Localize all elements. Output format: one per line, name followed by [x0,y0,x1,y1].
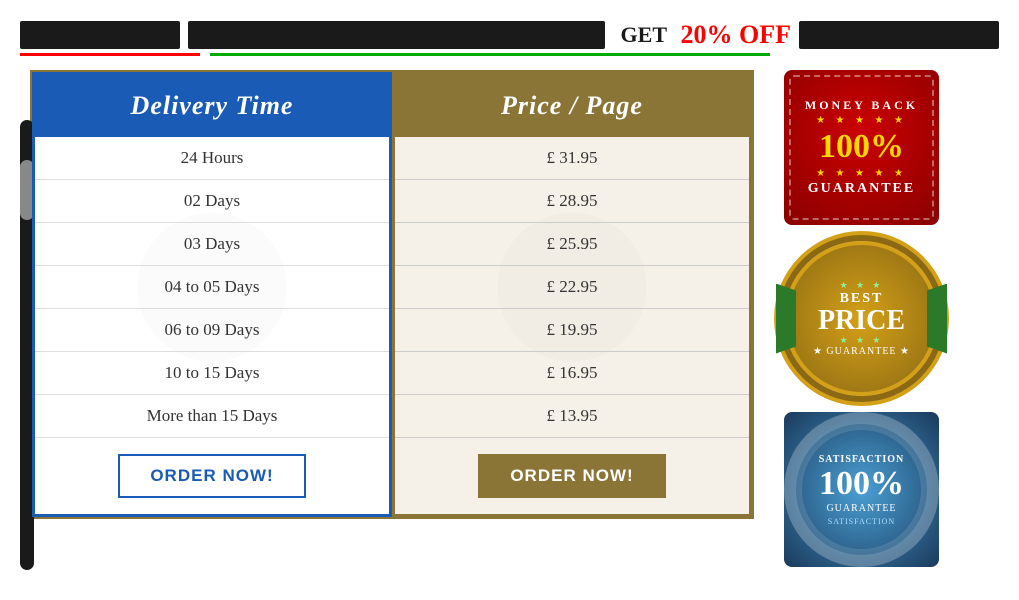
money-back-stars2: ★ ★ ★ ★ ★ [816,168,907,179]
red-underline [20,53,200,56]
top-banner: GET 20% OFF [0,0,1019,70]
best-price-guarantee-text: ★ GUARANTEE ★ [813,346,910,357]
delivery-row: 24 Hours [35,137,389,180]
money-back-badge: MONEY BACK ★ ★ ★ ★ ★ 100% ★ ★ ★ ★ ★ GUAR… [784,70,939,225]
delivery-row: 04 to 05 Days [35,266,389,309]
green-underline [210,53,770,56]
price-text: PRICE [818,307,905,335]
main-content: Delivery Time WRITING SERVICE 24 Hours 0… [0,70,1019,567]
price-order-button[interactable]: ORDER NOW! [478,454,665,498]
price-row: £ 13.95 [395,395,749,437]
banner-get-off: GET 20% OFF [621,20,791,50]
price-row: £ 16.95 [395,352,749,395]
money-back-top-text: MONEY BACK [805,98,918,113]
ribbon-left [776,284,796,354]
money-back-percent: 100% [819,128,904,166]
delivery-row: More than 15 Days [35,395,389,437]
price-row: £ 22.95 [395,266,749,309]
pricing-tables: Delivery Time WRITING SERVICE 24 Hours 0… [30,70,754,519]
price-row: £ 25.95 [395,223,749,266]
get-text: GET [621,22,667,48]
badges-area: MONEY BACK ★ ★ ★ ★ ★ 100% ★ ★ ★ ★ ★ GUAR… [784,70,939,567]
delivery-row: 06 to 09 Days [35,309,389,352]
banner-dark-right [799,21,999,49]
best-price-stars-top: ★ ★ ★ [840,280,884,291]
delivery-rows-container: WRITING SERVICE 24 Hours 02 Days 03 Days… [35,137,389,437]
money-back-bottom-text: GUARANTEE [808,181,915,197]
delivery-time-header: Delivery Time [35,75,389,137]
banner-dark-middle [188,21,605,49]
percent-off-text: 20% OFF [681,20,792,50]
banner-dark-left [20,21,180,49]
delivery-row: 03 Days [35,223,389,266]
best-price-badge: ★ ★ ★ BEST PRICE ★ ★ ★ ★ GUARANTEE ★ [784,241,939,396]
price-rows-container: WRITING SERVICE £ 31.95 £ 28.95 £ 25.95 … [395,137,749,437]
money-back-stars: ★ ★ ★ ★ ★ [816,115,907,126]
price-per-page-table: Price / Page WRITING SERVICE £ 31.95 £ 2… [392,72,752,517]
delivery-row: 10 to 15 Days [35,352,389,395]
price-footer: ORDER NOW! [395,437,749,514]
delivery-footer: ORDER NOW! [35,437,389,514]
price-row: £ 28.95 [395,180,749,223]
ribbon-right [927,284,947,354]
price-row: £ 31.95 [395,137,749,180]
best-price-stars-bottom: ★ ★ ★ [840,335,884,346]
delivery-row: 02 Days [35,180,389,223]
price-per-page-header: Price / Page [395,75,749,137]
price-row: £ 19.95 [395,309,749,352]
delivery-order-button[interactable]: ORDER NOW! [118,454,305,498]
satisfaction-badge: SATISFACTION 100% GUARANTEE SATISFACTION [784,412,939,567]
delivery-time-table: Delivery Time WRITING SERVICE 24 Hours 0… [32,72,392,517]
